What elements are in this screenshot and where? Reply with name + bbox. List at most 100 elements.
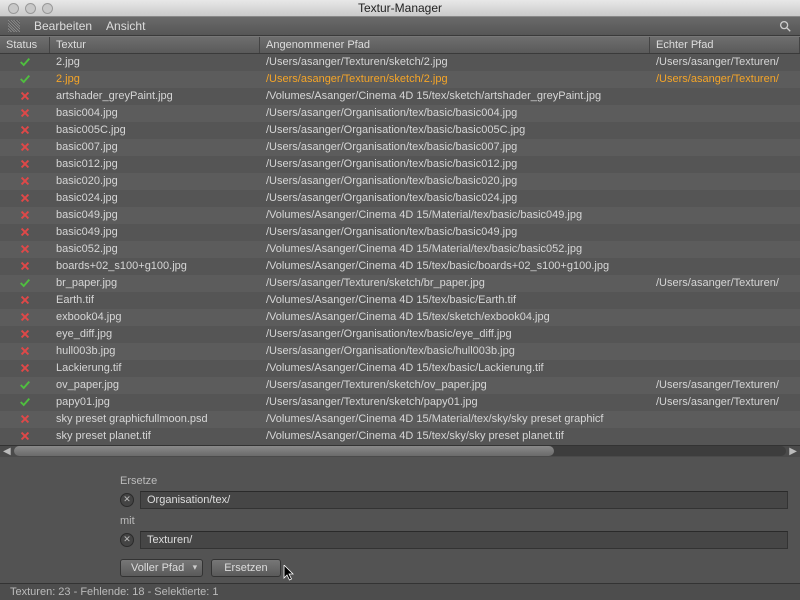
table-row[interactable]: basic020.jpg/Users/asanger/Organisation/…: [0, 173, 800, 190]
search-icon[interactable]: [778, 19, 792, 33]
cell-assumed-path: /Volumes/Asanger/Cinema 4D 15/tex/basic/…: [260, 260, 650, 272]
cell-assumed-path: /Users/asanger/Texturen/sketch/br_paper.…: [260, 277, 650, 289]
table-row[interactable]: ov_paper.jpg/Users/asanger/Texturen/sket…: [0, 377, 800, 394]
cell-assumed-path: /Users/asanger/Texturen/sketch/ov_paper.…: [260, 379, 650, 391]
table-row[interactable]: hull003b.jpg/Users/asanger/Organisation/…: [0, 343, 800, 360]
scroll-track[interactable]: [14, 446, 786, 456]
cell-texture: sky preset graphicfullmoon.psd: [50, 413, 260, 425]
col-assumed[interactable]: Angenommener Pfad: [260, 37, 650, 53]
status-fail-icon: [0, 107, 50, 119]
cell-assumed-path: /Users/asanger/Organisation/tex/basic/ba…: [260, 192, 650, 204]
table-row[interactable]: sky preset graphicfullmoon.psd/Volumes/A…: [0, 411, 800, 428]
cell-texture: artshader_greyPaint.jpg: [50, 90, 260, 102]
cell-assumed-path: /Users/asanger/Organisation/tex/basic/ba…: [260, 141, 650, 153]
cell-assumed-path: /Users/asanger/Texturen/sketch/2.jpg: [260, 56, 650, 68]
status-fail-icon: [0, 243, 50, 255]
status-fail-icon: [0, 362, 50, 374]
cell-texture: Earth.tif: [50, 294, 260, 306]
menu-view[interactable]: Ansicht: [106, 19, 145, 33]
clear-with-icon[interactable]: ✕: [120, 533, 134, 547]
cell-assumed-path: /Users/asanger/Organisation/tex/basic/ba…: [260, 226, 650, 238]
table-row[interactable]: basic007.jpg/Users/asanger/Organisation/…: [0, 139, 800, 156]
table-row[interactable]: papy01.jpg/Users/asanger/Texturen/sketch…: [0, 394, 800, 411]
table-row[interactable]: boards+02_s100+g100.jpg/Volumes/Asanger/…: [0, 258, 800, 275]
cell-assumed-path: /Users/asanger/Organisation/tex/basic/ba…: [260, 158, 650, 170]
texture-table: Status Textur Angenommener Pfad Echter P…: [0, 36, 800, 445]
cell-assumed-path: /Volumes/Asanger/Cinema 4D 15/Material/t…: [260, 209, 650, 221]
col-texture[interactable]: Textur: [50, 37, 260, 53]
cell-real-path: /Users/asanger/Texturen/: [650, 396, 800, 408]
table-row[interactable]: eye_diff.jpg/Users/asanger/Organisation/…: [0, 326, 800, 343]
col-real[interactable]: Echter Pfad: [650, 37, 800, 53]
cell-texture: basic024.jpg: [50, 192, 260, 204]
cell-texture: Lackierung.tif: [50, 362, 260, 374]
scroll-right-icon[interactable]: ▶: [789, 446, 797, 457]
cell-texture: 2.jpg: [50, 56, 260, 68]
cell-assumed-path: /Users/asanger/Texturen/sketch/2.jpg: [260, 73, 650, 85]
status-fail-icon: [0, 158, 50, 170]
status-fail-icon: [0, 141, 50, 153]
with-input[interactable]: [140, 531, 788, 549]
table-row[interactable]: 2.jpg/Users/asanger/Texturen/sketch/2.jp…: [0, 71, 800, 88]
table-row[interactable]: basic012.jpg/Users/asanger/Organisation/…: [0, 156, 800, 173]
table-body: 2.jpg/Users/asanger/Texturen/sketch/2.jp…: [0, 54, 800, 445]
replace-input[interactable]: [140, 491, 788, 509]
table-row[interactable]: exbook04.jpg/Volumes/Asanger/Cinema 4D 1…: [0, 309, 800, 326]
cell-texture: sky preset planet.tif: [50, 430, 260, 442]
table-row[interactable]: artshader_greyPaint.jpg/Volumes/Asanger/…: [0, 88, 800, 105]
cell-assumed-path: /Users/asanger/Organisation/tex/basic/ba…: [260, 124, 650, 136]
status-ok-icon: [0, 73, 50, 85]
cell-texture: basic007.jpg: [50, 141, 260, 153]
clear-replace-icon[interactable]: ✕: [120, 493, 134, 507]
minimize-icon[interactable]: [25, 3, 36, 14]
cell-real-path: /Users/asanger/Texturen/: [650, 73, 800, 85]
statusbar: Texturen: 23 - Fehlende: 18 - Selektiert…: [0, 583, 800, 600]
mode-select[interactable]: Voller Pfad: [120, 559, 203, 577]
table-row[interactable]: basic024.jpg/Users/asanger/Organisation/…: [0, 190, 800, 207]
table-row[interactable]: Earth.tif/Volumes/Asanger/Cinema 4D 15/t…: [0, 292, 800, 309]
status-fail-icon: [0, 328, 50, 340]
status-fail-icon: [0, 226, 50, 238]
menubar: Bearbeiten Ansicht: [0, 17, 800, 36]
table-row[interactable]: basic049.jpg/Volumes/Asanger/Cinema 4D 1…: [0, 207, 800, 224]
replace-form: Ersetze ✕ mit ✕ Voller Pfad Ersetzen: [0, 457, 800, 583]
cell-real-path: /Users/asanger/Texturen/: [650, 379, 800, 391]
cell-assumed-path: /Volumes/Asanger/Cinema 4D 15/tex/sky/sk…: [260, 430, 650, 442]
window-title: Textur-Manager: [0, 1, 800, 15]
grip-icon: [8, 20, 20, 32]
table-row[interactable]: br_paper.jpg/Users/asanger/Texturen/sket…: [0, 275, 800, 292]
close-icon[interactable]: [8, 3, 19, 14]
replace-button[interactable]: Ersetzen: [211, 559, 280, 577]
cell-texture: ov_paper.jpg: [50, 379, 260, 391]
cell-texture: boards+02_s100+g100.jpg: [50, 260, 260, 272]
table-row[interactable]: 2.jpg/Users/asanger/Texturen/sketch/2.jp…: [0, 54, 800, 71]
cell-texture: hull003b.jpg: [50, 345, 260, 357]
table-header: Status Textur Angenommener Pfad Echter P…: [0, 36, 800, 54]
table-row[interactable]: basic004.jpg/Users/asanger/Organisation/…: [0, 105, 800, 122]
cell-texture: basic005C.jpg: [50, 124, 260, 136]
cell-texture: exbook04.jpg: [50, 311, 260, 323]
cell-assumed-path: /Volumes/Asanger/Cinema 4D 15/tex/sketch…: [260, 90, 650, 102]
cell-texture: basic049.jpg: [50, 209, 260, 221]
scroll-thumb[interactable]: [14, 446, 554, 456]
col-status[interactable]: Status: [0, 37, 50, 53]
cell-texture: basic020.jpg: [50, 175, 260, 187]
replace-label: Ersetze: [120, 475, 788, 487]
table-row[interactable]: basic052.jpg/Volumes/Asanger/Cinema 4D 1…: [0, 241, 800, 258]
cell-assumed-path: /Volumes/Asanger/Cinema 4D 15/tex/sketch…: [260, 311, 650, 323]
table-row[interactable]: sky preset planet.tif/Volumes/Asanger/Ci…: [0, 428, 800, 445]
scroll-left-icon[interactable]: ◀: [3, 446, 11, 457]
cell-real-path: /Users/asanger/Texturen/: [650, 277, 800, 289]
window: Textur-Manager Bearbeiten Ansicht Status…: [0, 0, 800, 600]
menu-edit[interactable]: Bearbeiten: [34, 19, 92, 33]
cell-assumed-path: /Volumes/Asanger/Cinema 4D 15/Material/t…: [260, 413, 650, 425]
table-row[interactable]: Lackierung.tif/Volumes/Asanger/Cinema 4D…: [0, 360, 800, 377]
horizontal-scrollbar[interactable]: ◀ ▶: [0, 445, 800, 457]
status-ok-icon: [0, 396, 50, 408]
status-fail-icon: [0, 175, 50, 187]
status-fail-icon: [0, 209, 50, 221]
table-row[interactable]: basic049.jpg/Users/asanger/Organisation/…: [0, 224, 800, 241]
zoom-icon[interactable]: [42, 3, 53, 14]
status-fail-icon: [0, 192, 50, 204]
table-row[interactable]: basic005C.jpg/Users/asanger/Organisation…: [0, 122, 800, 139]
